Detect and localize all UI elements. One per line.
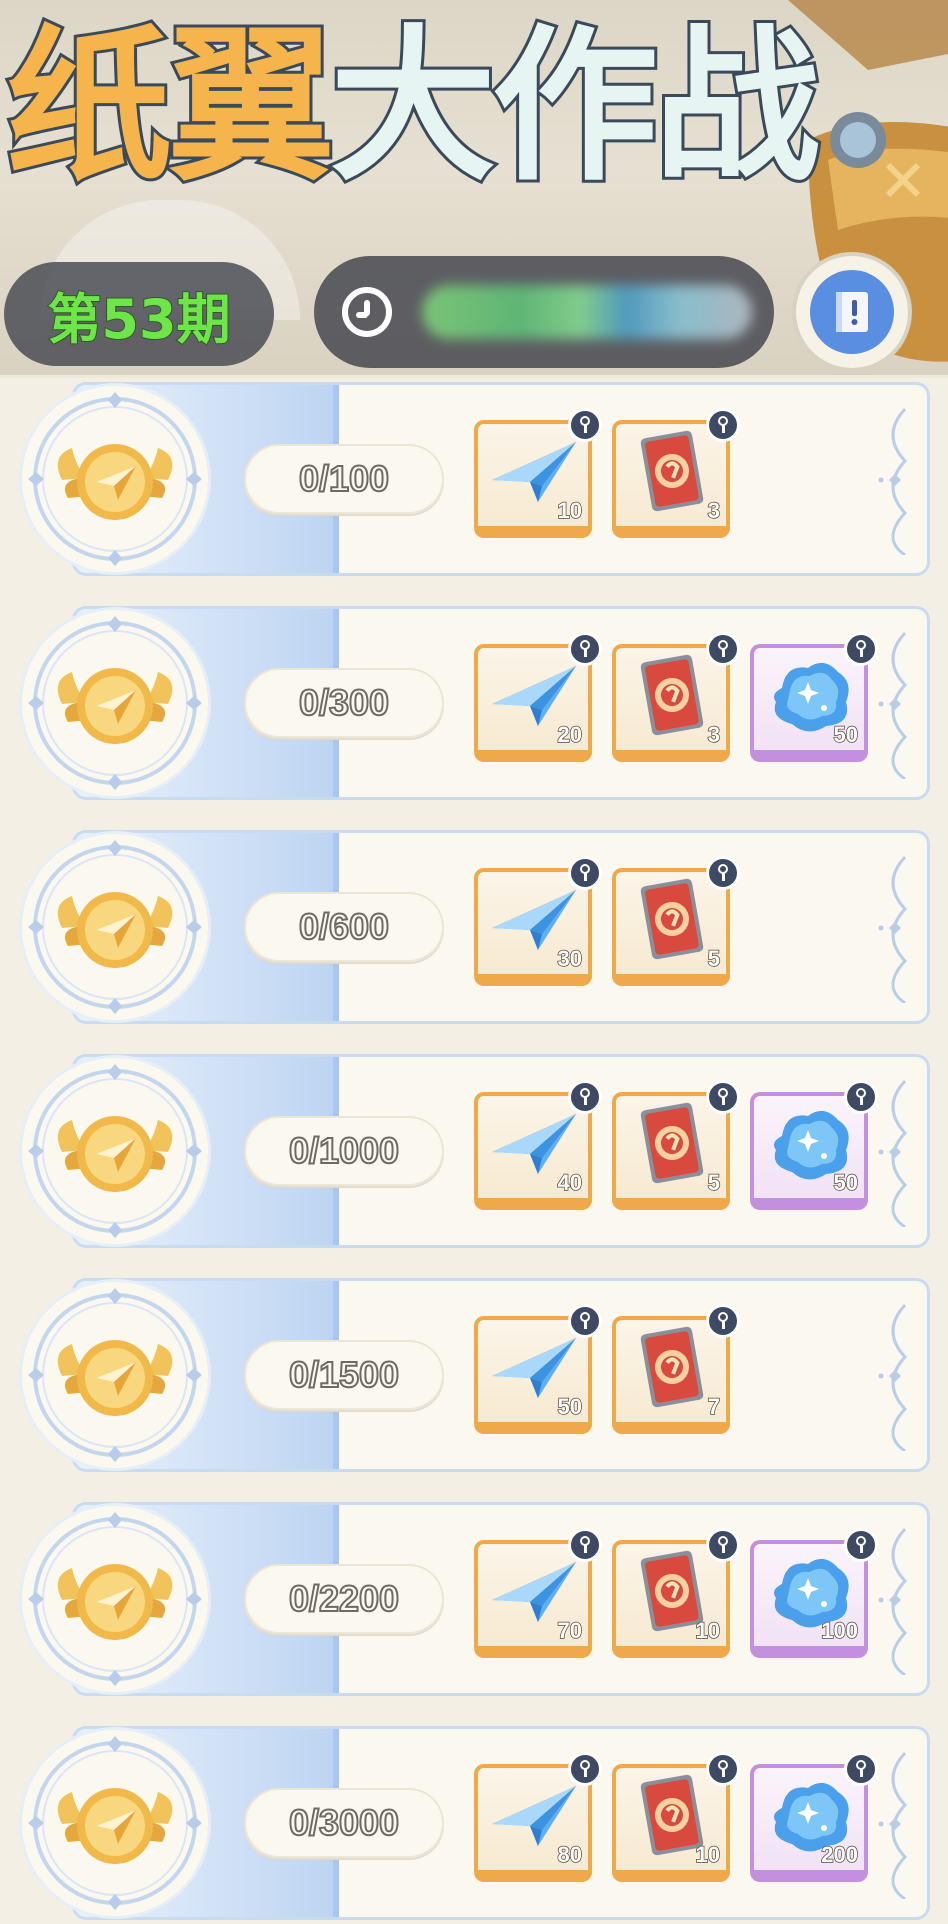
- reward-item-plane[interactable]: 70: [474, 1528, 602, 1658]
- title-part-gold: 纸翼: [3, 11, 337, 204]
- reward-item-plane[interactable]: 10: [474, 408, 602, 538]
- card-ornament-icon: [875, 1749, 919, 1901]
- reward-item-card[interactable]: 5: [612, 856, 740, 986]
- reward-info-icon[interactable]: [706, 632, 740, 666]
- reward-info-icon[interactable]: [568, 1304, 602, 1338]
- event-header: 纸翼 大作战 第53期: [0, 0, 948, 375]
- reward-tier-row: 0/3000 80 10 200: [22, 1726, 930, 1920]
- reward-quantity: 200: [821, 1841, 859, 1868]
- winged-coin-icon: [22, 1506, 208, 1692]
- reward-info-icon[interactable]: [844, 1752, 878, 1786]
- reward-item-card[interactable]: 5: [612, 1080, 740, 1210]
- card-ornament-icon: [875, 629, 919, 781]
- card-ornament-icon: [875, 405, 919, 557]
- card-ornament-icon: [875, 1525, 919, 1677]
- reward-item-plane[interactable]: 50: [474, 1304, 602, 1434]
- reward-item-gem[interactable]: 200: [750, 1752, 878, 1882]
- reward-quantity: 50: [557, 1393, 583, 1420]
- tier-progress: 0/1500: [244, 1340, 444, 1410]
- winged-coin-icon: [22, 834, 208, 1020]
- red-card-icon: [624, 428, 720, 514]
- title-part-mint: 大作战: [327, 11, 823, 204]
- reward-quantity: 20: [557, 721, 583, 748]
- reward-quantity: 70: [557, 1617, 583, 1644]
- reward-tier-row: 0/300 20 3 50: [22, 606, 930, 800]
- reward-item-gem[interactable]: 50: [750, 1080, 878, 1210]
- reward-info-icon[interactable]: [706, 1528, 740, 1562]
- reward-info-icon[interactable]: [844, 1528, 878, 1562]
- rulebook-icon: [810, 270, 894, 354]
- reward-quantity: 40: [557, 1169, 583, 1196]
- red-card-icon: [624, 876, 720, 962]
- reward-quantity: 3: [707, 721, 721, 748]
- reward-info-icon[interactable]: [706, 1304, 740, 1338]
- reward-quantity: 30: [557, 945, 583, 972]
- reward-quantity: 50: [833, 721, 859, 748]
- red-card-icon: [624, 652, 720, 738]
- reward-item-card[interactable]: 7: [612, 1304, 740, 1434]
- tier-progress: 0/2200: [244, 1564, 444, 1634]
- reward-quantity: 100: [821, 1617, 859, 1644]
- reward-info-icon[interactable]: [706, 1080, 740, 1114]
- clock-icon: [342, 287, 392, 337]
- reward-quantity: 7: [707, 1393, 721, 1420]
- tier-progress: 0/300: [244, 668, 444, 738]
- winged-coin-icon: [22, 610, 208, 796]
- card-ornament-icon: [875, 853, 919, 1005]
- reward-quantity: 5: [707, 945, 721, 972]
- reward-quantity: 10: [695, 1841, 721, 1868]
- reward-quantity: 80: [557, 1841, 583, 1868]
- reward-info-icon[interactable]: [706, 856, 740, 890]
- reward-tier-row: 0/600 30 5: [22, 830, 930, 1024]
- timer-text-blurred: [422, 285, 752, 339]
- event-title: 纸翼 大作战: [3, 8, 823, 208]
- reward-info-icon[interactable]: [844, 1080, 878, 1114]
- winged-coin-icon: [22, 1282, 208, 1468]
- reward-info-icon[interactable]: [844, 632, 878, 666]
- reward-item-card[interactable]: 10: [612, 1528, 740, 1658]
- period-label: 第53期: [46, 287, 231, 352]
- reward-item-card[interactable]: 3: [612, 408, 740, 538]
- tier-progress: 0/600: [244, 892, 444, 962]
- winged-coin-icon: [22, 1730, 208, 1916]
- reward-item-plane[interactable]: 30: [474, 856, 602, 986]
- reward-info-icon[interactable]: [568, 1080, 602, 1114]
- reward-info-icon[interactable]: [568, 856, 602, 890]
- tier-progress: 0/3000: [244, 1788, 444, 1858]
- reward-info-icon[interactable]: [568, 1528, 602, 1562]
- reward-quantity: 3: [707, 497, 721, 524]
- reward-item-card[interactable]: 3: [612, 632, 740, 762]
- tier-progress: 0/100: [244, 444, 444, 514]
- card-ornament-icon: [875, 1301, 919, 1453]
- reward-tier-list: 0/100 10 3 0/300 20 3 50 0/600 30 5 0/1000 40 5 50 0/1…: [0, 378, 948, 1924]
- reward-quantity: 10: [695, 1617, 721, 1644]
- reward-item-plane[interactable]: 80: [474, 1752, 602, 1882]
- red-card-icon: [624, 1100, 720, 1186]
- card-ornament-icon: [875, 1077, 919, 1229]
- reward-info-icon[interactable]: [568, 1752, 602, 1786]
- winged-coin-icon: [22, 386, 208, 572]
- winged-coin-icon: [22, 1058, 208, 1244]
- countdown-timer: [314, 256, 774, 368]
- reward-tier-row: 0/1000 40 5 50: [22, 1054, 930, 1248]
- reward-info-icon[interactable]: [568, 632, 602, 666]
- reward-info-icon[interactable]: [706, 408, 740, 442]
- reward-item-gem[interactable]: 50: [750, 632, 878, 762]
- reward-quantity: 50: [833, 1169, 859, 1196]
- reward-quantity: 10: [557, 497, 583, 524]
- period-badge: 第53期: [4, 262, 274, 366]
- reward-tier-row: 0/1500 50 7: [22, 1278, 930, 1472]
- reward-item-gem[interactable]: 100: [750, 1528, 878, 1658]
- reward-tier-row: 0/100 10 3: [22, 382, 930, 576]
- reward-info-icon[interactable]: [568, 408, 602, 442]
- rules-button[interactable]: [796, 256, 908, 368]
- reward-item-card[interactable]: 10: [612, 1752, 740, 1882]
- red-card-icon: [624, 1324, 720, 1410]
- tier-progress: 0/1000: [244, 1116, 444, 1186]
- reward-item-plane[interactable]: 20: [474, 632, 602, 762]
- reward-item-plane[interactable]: 40: [474, 1080, 602, 1210]
- reward-tier-row: 0/2200 70 10 100: [22, 1502, 930, 1696]
- reward-quantity: 5: [707, 1169, 721, 1196]
- reward-info-icon[interactable]: [706, 1752, 740, 1786]
